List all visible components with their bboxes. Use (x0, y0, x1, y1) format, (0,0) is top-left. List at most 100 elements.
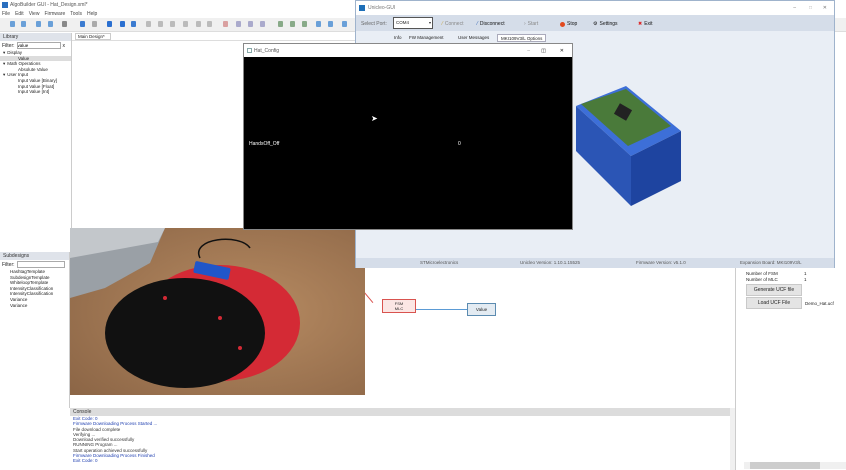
sensor-board-image (576, 86, 681, 206)
console-line: Exit Code: 0 (73, 458, 98, 464)
disconnect-button[interactable]: ⁄ Disconnect (477, 19, 505, 29)
maximize-button[interactable]: □ (809, 5, 812, 11)
status-expansion-board: Expansion Board: MKI109V3/L (740, 260, 802, 265)
close-button[interactable]: ✕ (823, 5, 827, 11)
tree-item-label: Value (18, 55, 30, 61)
toolbar-button-icon[interactable] (21, 21, 26, 27)
chevron-down-icon: ▾ (3, 61, 6, 67)
property-row: Number of MLC 1 (746, 277, 846, 283)
window-icon (247, 48, 252, 53)
menu-item-file[interactable]: File (2, 11, 10, 18)
generate-ucf-button[interactable]: Generate UCF file (746, 284, 802, 296)
toolbar-button-icon[interactable] (196, 21, 201, 27)
toolbar-button-icon[interactable] (158, 21, 163, 27)
status-company: STMicroelectronics (420, 260, 459, 265)
menu-item-firmware[interactable]: Firmware (44, 11, 65, 18)
port-label: Select Port: (361, 21, 387, 27)
close-button[interactable]: ✕ (560, 48, 564, 54)
stop-button[interactable]: Stop (560, 19, 577, 29)
chevron-down-icon: ▾ (3, 50, 6, 55)
horizontal-scrollbar[interactable] (744, 462, 846, 469)
toolbar-button-icon[interactable] (48, 21, 53, 27)
toolbar-button-icon[interactable] (80, 21, 85, 27)
settings-label: Settings (599, 21, 618, 27)
properties-panel: Number of FSM 1 Number of MLC 1 Generate UC… (735, 268, 846, 470)
toolbar-button-icon[interactable] (260, 21, 265, 27)
toolbar-button-icon[interactable] (183, 21, 188, 27)
toolbar-button-icon[interactable] (236, 21, 241, 27)
mouse-cursor-icon: ➤ (371, 114, 378, 123)
tree-item-label: Math Operations (7, 61, 41, 67)
toolbar-button-icon[interactable] (170, 21, 175, 27)
tree-item-label: Absolute Value (18, 66, 48, 72)
exit-button[interactable]: ✖ Exit (638, 19, 653, 29)
tree-item-label: Input Value [Float] (18, 83, 55, 89)
menu-item-tools[interactable]: Tools (70, 11, 82, 18)
toolbar-button-icon[interactable] (223, 21, 228, 27)
port-select[interactable]: COM4 ▾ (393, 17, 433, 29)
value-node[interactable]: Value (467, 303, 496, 316)
toolbar-button-icon[interactable] (10, 21, 15, 27)
property-label: Number of MLC (746, 276, 778, 282)
minimize-button[interactable]: – (527, 48, 530, 54)
property-value: 1 (804, 276, 807, 282)
connect-button[interactable]: ⁄ Connect (442, 19, 463, 29)
start-button[interactable]: › Start (524, 19, 538, 29)
settings-button[interactable]: ⚙ Settings (593, 19, 618, 29)
toolbar-button-icon[interactable] (342, 21, 347, 27)
toolbar-button-icon[interactable] (131, 21, 136, 27)
hat-config-title: Hat_Config (254, 47, 280, 54)
stop-icon (560, 21, 565, 27)
clear-filter-button[interactable]: x (63, 43, 66, 49)
menu-item-help[interactable]: Help (87, 11, 97, 18)
hat-config-window: Hat_Config – ◫ ✕ HandsOff_Off 0 ➤ (243, 43, 573, 230)
toolbar-button-icon[interactable] (290, 21, 295, 27)
app-icon (2, 2, 8, 8)
stop-label: Stop (567, 21, 578, 27)
minimize-button[interactable]: – (793, 5, 796, 11)
tab-user-messages[interactable]: User Messages (455, 34, 492, 42)
subdesigns-filter-input[interactable] (16, 261, 65, 268)
connect-label: Connect (444, 21, 464, 27)
tab-main-design[interactable]: Main Design* (75, 33, 111, 40)
subdesigns-header: Subdesigns (0, 252, 69, 260)
toolbar-button-icon[interactable] (248, 21, 253, 27)
tab-info[interactable]: Info (391, 34, 405, 42)
tab-mki109v3-l-options[interactable]: MKI109V3/L Options (497, 34, 547, 42)
menu-item-view[interactable]: View (29, 11, 40, 18)
toolbar-button-icon[interactable] (302, 21, 307, 27)
unicleo-title-bar: Unicleo-GUI – □ ✕ (356, 1, 834, 15)
fsm-mlc-node[interactable]: FSM MLC (382, 299, 416, 313)
library-panel: Library Filter: x ▾DisplayValue▾Math Ope… (0, 33, 72, 250)
vertical-scrollbar[interactable] (730, 408, 735, 470)
toolbar-button-icon[interactable] (92, 21, 97, 27)
toolbar-button-icon[interactable] (36, 21, 41, 27)
library-tree-item[interactable]: Input Value [Int] (0, 89, 71, 95)
subdesign-item[interactable]: Variance (10, 303, 69, 309)
unicleo-title: Unicleo-GUI (368, 5, 396, 11)
disconnect-label: Disconnect (479, 21, 505, 27)
toolbar-button-icon[interactable] (328, 21, 333, 27)
library-filter-input[interactable] (16, 42, 61, 49)
toolbar-button-icon[interactable] (62, 21, 67, 27)
toolbar-button-icon[interactable] (120, 21, 125, 27)
plug-icon: ⁄ (477, 21, 478, 27)
tree-item-label: Input Value [Int] (18, 89, 50, 95)
unicleo-app-icon (359, 5, 365, 11)
menu-item-edit[interactable]: Edit (15, 11, 24, 18)
hat-device-photo (70, 228, 365, 395)
status-unicleo-version: Unicleo Version: 1.10.1.15525 (520, 260, 581, 265)
maximize-button[interactable]: ◫ (541, 48, 546, 54)
toolbar-button-icon[interactable] (316, 21, 321, 27)
hands-off-value: 0 (458, 141, 461, 147)
menu-bar: File Edit View Firmware Tools Help (2, 11, 97, 18)
tab-fw-management[interactable]: FW Management (406, 34, 447, 42)
chevron-down-icon: ▾ (3, 72, 6, 78)
toolbar-button-icon[interactable] (146, 21, 151, 27)
toolbar-button-icon[interactable] (278, 21, 283, 27)
toolbar-button-icon[interactable] (107, 21, 112, 27)
load-ucf-button[interactable]: Load UCF File (746, 297, 802, 309)
subdesigns-list: HashtagTemplate SubdesignTemplate Whiteloo… (0, 269, 69, 308)
exit-label: Exit (644, 21, 653, 27)
toolbar-button-icon[interactable] (207, 21, 212, 27)
